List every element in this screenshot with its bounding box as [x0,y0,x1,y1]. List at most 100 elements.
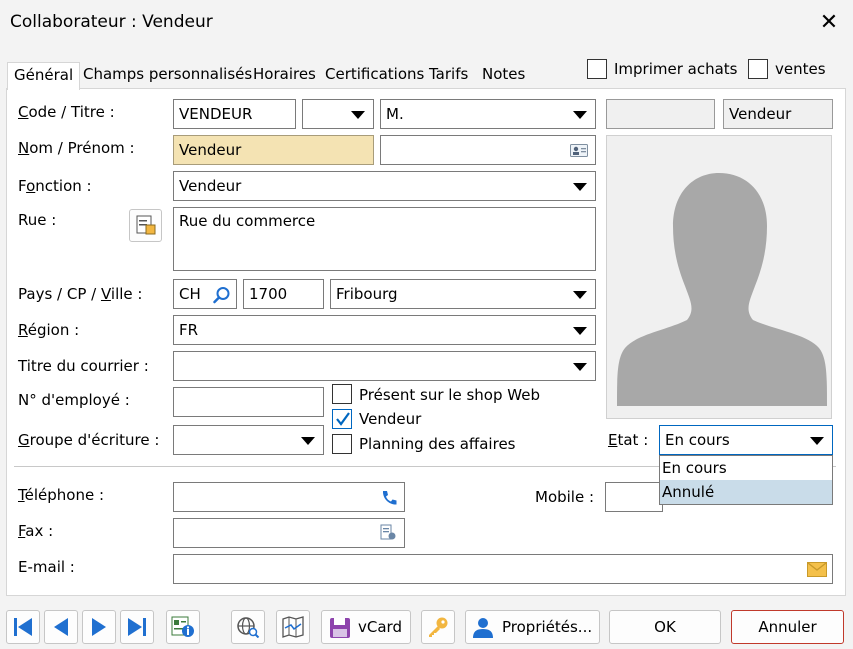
chevron-down-icon [301,437,315,445]
search-icon[interactable] [213,286,231,304]
tab-schedules[interactable]: Horaires [250,62,319,88]
country-label-text: ille : [110,285,143,303]
map-icon [282,616,304,638]
function-label: Fonction : [18,177,92,195]
employee-no-input[interactable] [173,387,324,417]
properties-button[interactable]: Propriétés... [465,610,600,644]
country-label: Pays / CP / Ville : [18,285,142,303]
business-planning-label: Planning des affaires [359,435,516,453]
close-button[interactable]: ✕ [812,6,846,40]
vendor-label: Vendeur [359,410,422,428]
writing-group-label: Groupe d'écriture : [18,431,159,449]
info-card-icon [171,616,194,637]
code-extra-select[interactable] [302,99,374,129]
chevron-down-icon [351,111,365,119]
chevron-down-icon [573,111,587,119]
web-search-button[interactable] [231,610,265,644]
state-select[interactable]: En cours [659,425,833,455]
sales-checkbox[interactable] [748,59,768,79]
writing-group-label-text: roupe d'écriture : [29,431,160,449]
chevron-down-icon [810,437,824,445]
key-icon [429,617,448,637]
function-label-text: nction : [35,177,92,195]
close-icon: ✕ [819,10,839,35]
tab-certifications[interactable]: Certifications [322,62,427,88]
code-title-label-mnemonic: C [18,103,29,121]
employee-no-label: N° d'employé : [18,391,130,409]
vcard-button[interactable]: vCard [321,610,411,644]
title-select[interactable]: M. [380,99,596,129]
mail-icon[interactable] [807,562,827,577]
user-icon [473,618,493,638]
previous-record-button[interactable] [44,610,78,644]
mobile-input[interactable] [605,482,663,512]
street-textarea[interactable]: Rue du commerce [173,207,596,271]
previous-icon [54,618,68,636]
street-label: Rue : [18,211,57,229]
city-value: Fribourg [336,285,398,303]
contact-card-icon[interactable] [570,144,588,157]
first-name-input[interactable] [380,135,596,165]
tab-notes-label: Notes [482,65,526,83]
state-label: Etat : [608,431,648,449]
map-button[interactable] [276,610,310,644]
chevron-down-icon [573,327,587,335]
web-shop-label: Présent sur le shop Web [359,386,540,404]
fax-label: Fax : [18,522,53,540]
photo-placeholder[interactable] [606,135,832,419]
fax-icon[interactable] [379,524,397,542]
city-select[interactable]: Fribourg [330,279,596,309]
code-title-label: Code / Titre : [18,103,115,121]
phone-icon[interactable] [380,489,398,507]
state-option-in-progress[interactable]: En cours [660,456,832,480]
web-shop-checkbox[interactable] [332,384,352,404]
cancel-button[interactable]: Annuler [731,610,844,644]
last-name-input[interactable]: Vendeur [173,135,374,165]
silhouette-icon [617,173,827,406]
function-label-mnemonic: o [26,177,36,195]
phone-label: Téléphone : [18,486,104,504]
key-button[interactable] [421,610,455,644]
print-purchases-label: Imprimer achats [614,60,738,78]
last-icon [128,618,146,636]
code-title-label-text: ode / Titre : [28,103,115,121]
ok-button[interactable]: OK [609,610,721,644]
address-book-button[interactable] [129,209,162,242]
phone-input[interactable] [173,482,405,512]
first-record-button[interactable] [6,610,40,644]
print-purchases-checkbox[interactable] [587,59,607,79]
last-record-button[interactable] [120,610,154,644]
tab-general[interactable]: Général [7,62,81,90]
tab-general-label: Général [14,66,74,84]
vcard-label: vCard [358,618,402,636]
fax-input[interactable] [173,518,405,548]
tab-custom-fields[interactable]: Champs personnalisés [80,62,255,88]
writing-group-label-mnemonic: G [18,431,30,449]
vendor-checkbox[interactable] [332,409,352,429]
sales-label: ventes [775,60,826,78]
code-input[interactable]: VENDEUR [173,99,296,129]
phone-label-text: éléphone : [24,486,105,504]
email-input[interactable] [173,554,833,584]
next-icon [92,618,106,636]
country-input[interactable]: CH [173,279,237,309]
tab-notes[interactable]: Notes [479,62,528,88]
tab-rates-label: Tarifs [429,65,469,83]
title-right-field: Vendeur [723,99,833,129]
tab-schedules-label: Horaires [253,65,316,83]
phone-label-mnemonic: T [18,486,25,504]
next-record-button[interactable] [82,610,116,644]
tab-custom-fields-label: Champs personnalisés [83,65,253,83]
writing-group-select[interactable] [173,425,324,455]
info-card-button[interactable] [166,610,200,644]
region-select[interactable]: FR [173,315,596,345]
business-planning-checkbox[interactable] [332,434,352,454]
state-dropdown-list: En cours Annulé [659,455,833,505]
letter-title-select[interactable] [173,351,596,381]
tab-certifications-label: Certifications [325,65,425,83]
postal-code-input[interactable]: 1700 [243,279,324,309]
state-value: En cours [665,431,730,449]
function-select[interactable]: Vendeur [173,171,596,201]
state-option-cancelled[interactable]: Annulé [660,480,832,504]
tab-rates[interactable]: Tarifs [426,62,471,88]
